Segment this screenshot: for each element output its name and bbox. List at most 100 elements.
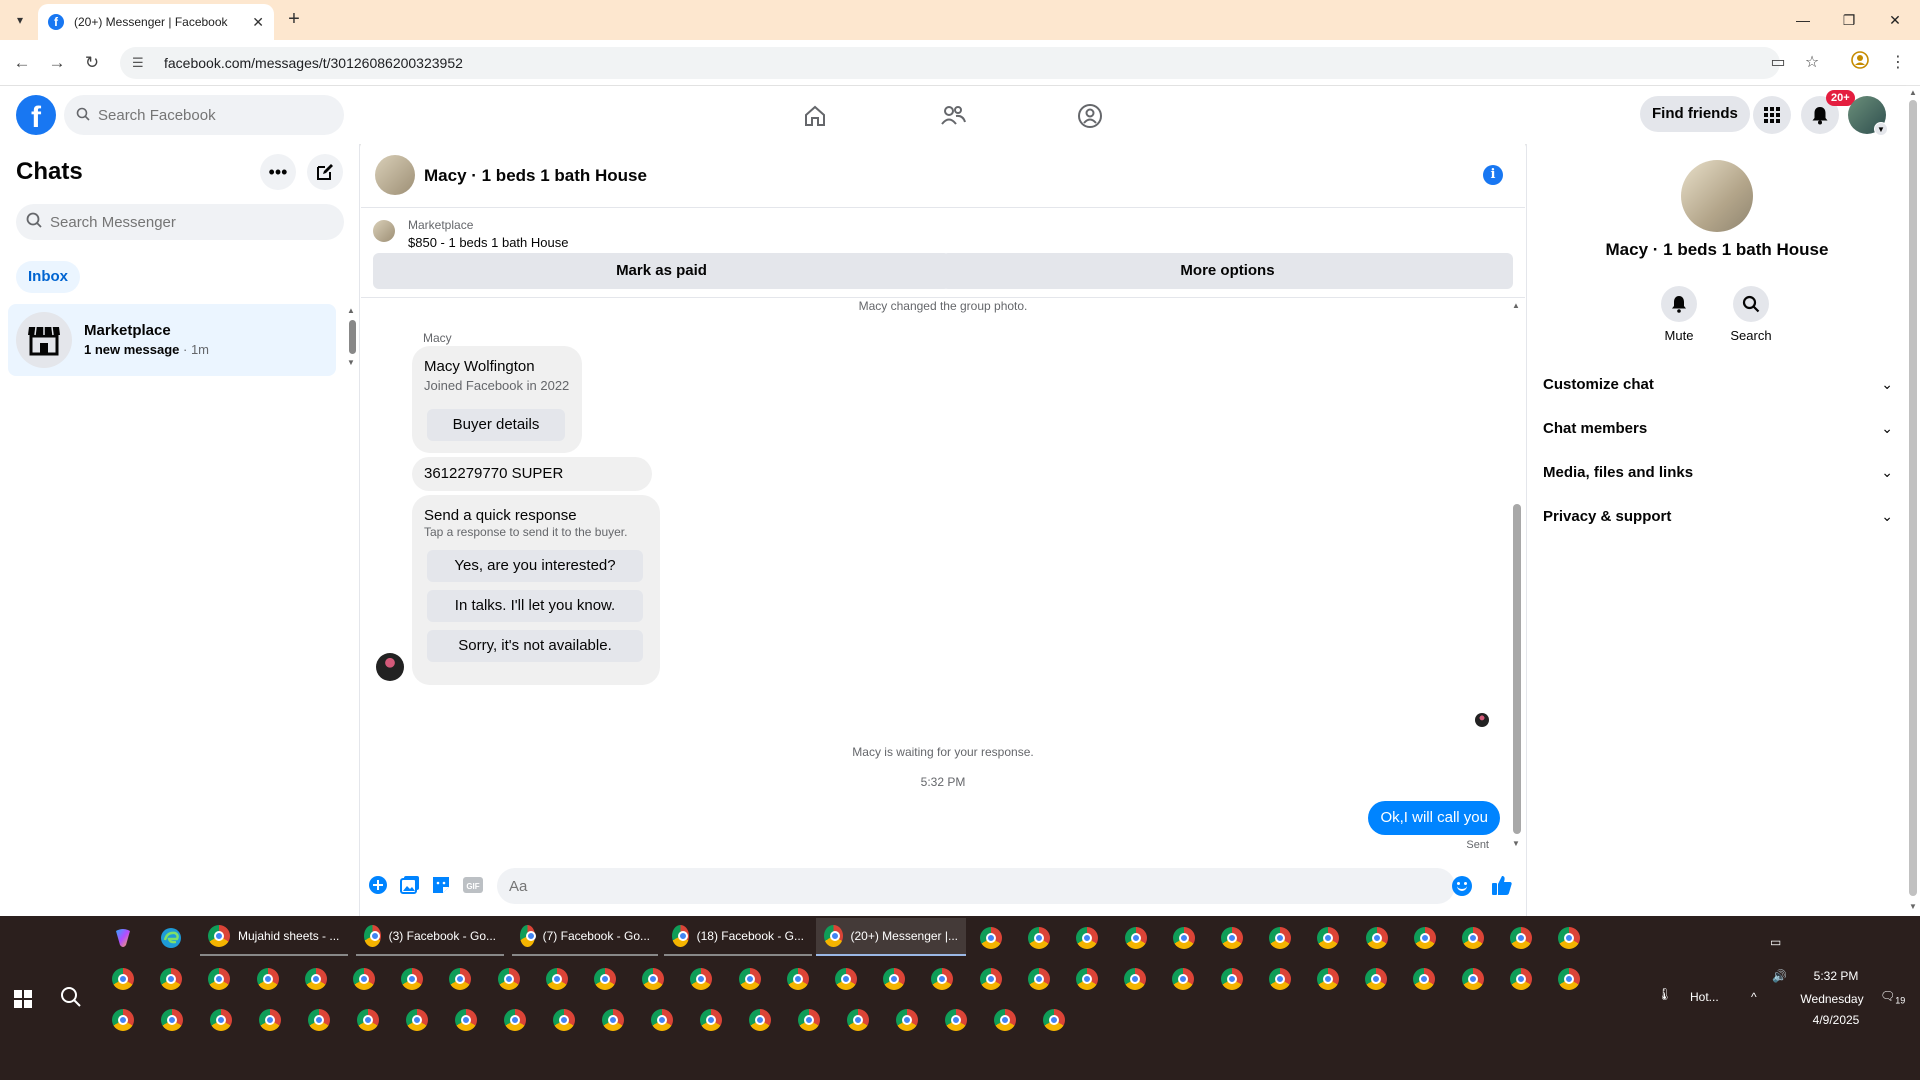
chrome-window-icon[interactable] <box>357 1009 379 1031</box>
chrome-window-icon[interactable] <box>353 968 375 990</box>
quick-response-option[interactable]: Sorry, it's not available. <box>427 630 643 662</box>
chrome-window-icon[interactable] <box>1028 968 1050 990</box>
chrome-window-icon[interactable] <box>651 1009 673 1031</box>
chrome-window-icon[interactable] <box>1173 927 1195 949</box>
chrome-window-icon[interactable] <box>1462 927 1484 949</box>
chrome-window-icon[interactable] <box>980 927 1002 949</box>
desktop-icon[interactable]: ▭ <box>1770 935 1781 949</box>
chrome-window-icon[interactable] <box>1317 927 1339 949</box>
friends-icon[interactable] <box>933 98 973 134</box>
chrome-window-icon[interactable] <box>449 968 471 990</box>
taskbar-app-window[interactable]: Mujahid sheets - ... <box>200 918 348 956</box>
facebook-logo-icon[interactable]: f <box>16 95 56 135</box>
copilot-icon[interactable] <box>112 927 134 949</box>
messenger-search-input[interactable] <box>50 213 330 231</box>
taskbar-app-window[interactable]: (18) Facebook - G... <box>664 918 812 956</box>
chrome-window-icon[interactable] <box>1365 968 1387 990</box>
facebook-search[interactable] <box>64 95 344 135</box>
chrome-window-icon[interactable] <box>847 1009 869 1031</box>
chrome-window-icon[interactable] <box>931 968 953 990</box>
facebook-search-input[interactable] <box>98 106 318 124</box>
chrome-window-icon[interactable] <box>546 968 568 990</box>
weather-icon[interactable]: 🌡 <box>1657 987 1672 1001</box>
chrome-window-icon[interactable] <box>787 968 809 990</box>
new-tab-button[interactable]: + <box>282 8 306 32</box>
taskbar-app-window[interactable]: (20+) Messenger |... <box>816 918 966 956</box>
chrome-window-icon[interactable] <box>1462 968 1484 990</box>
chrome-window-icon[interactable] <box>690 968 712 990</box>
emoji-icon[interactable] <box>1452 876 1472 896</box>
message-input[interactable] <box>509 877 1409 895</box>
listing-title[interactable]: $850 - 1 beds 1 bath House <box>408 235 568 250</box>
chrome-window-icon[interactable] <box>308 1009 330 1031</box>
chrome-window-icon[interactable] <box>401 968 423 990</box>
chrome-window-icon[interactable] <box>112 1009 134 1031</box>
media-files-links-row[interactable]: Media, files and links ⌄ <box>1543 452 1893 492</box>
chrome-window-icon[interactable] <box>1124 968 1146 990</box>
back-arrow-icon[interactable]: ← <box>10 51 34 75</box>
chrome-window-icon[interactable] <box>1043 1009 1065 1031</box>
chrome-window-icon[interactable] <box>259 1009 281 1031</box>
window-close-button[interactable]: ✕ <box>1872 8 1918 32</box>
chrome-window-icon[interactable] <box>594 968 616 990</box>
notification-center-icon[interactable]: 🗨19 <box>1880 989 1905 1005</box>
browser-tab-messenger[interactable]: f (20+) Messenger | Facebook ✕ <box>38 4 274 40</box>
message-input-box[interactable] <box>497 868 1455 904</box>
clock-date[interactable]: 4/9/2025 <box>1806 1013 1866 1027</box>
edge-icon[interactable] <box>160 927 182 949</box>
reload-icon[interactable]: ↻ <box>80 51 104 75</box>
weather-text[interactable]: Hot... <box>1690 990 1719 1004</box>
mute-button[interactable]: Mute <box>1649 286 1709 343</box>
info-avatar[interactable] <box>1681 160 1753 232</box>
chrome-window-icon[interactable] <box>305 968 327 990</box>
new-message-icon[interactable] <box>307 154 343 190</box>
forward-arrow-icon[interactable]: → <box>45 51 69 75</box>
customize-chat-row[interactable]: Customize chat ⌄ <box>1543 364 1893 404</box>
chrome-window-icon[interactable] <box>883 968 905 990</box>
chrome-window-icon[interactable] <box>208 968 230 990</box>
chrome-window-icon[interactable] <box>1510 968 1532 990</box>
chrome-window-icon[interactable] <box>1413 968 1435 990</box>
chats-scrollbar[interactable]: ▲ ▼ <box>345 306 359 372</box>
chrome-window-icon[interactable] <box>945 1009 967 1031</box>
conversation-title[interactable]: Macy · 1 beds 1 bath House <box>424 166 647 186</box>
chrome-window-icon[interactable] <box>798 1009 820 1031</box>
privacy-support-row[interactable]: Privacy & support ⌄ <box>1543 496 1893 536</box>
bookmark-star-icon[interactable]: ☆ <box>1800 51 1824 75</box>
chrome-window-icon[interactable] <box>739 968 761 990</box>
browser-menu-icon[interactable]: ⋮ <box>1886 51 1910 75</box>
account-caret-icon[interactable]: ▼ <box>1874 122 1888 136</box>
clock-time[interactable]: 5:32 PM <box>1806 969 1866 983</box>
plus-circle-icon[interactable] <box>366 873 390 897</box>
taskbar-app-window[interactable]: (7) Facebook - Go... <box>512 918 658 956</box>
quick-response-option[interactable]: Yes, are you interested? <box>427 550 643 582</box>
chrome-window-icon[interactable] <box>498 968 520 990</box>
address-bar[interactable]: ☰ facebook.com/messages/t/30126086200323… <box>120 47 1780 79</box>
home-icon[interactable] <box>795 98 835 134</box>
tray-chevron-icon[interactable]: ^ <box>1751 990 1757 1004</box>
chrome-window-icon[interactable] <box>1076 927 1098 949</box>
mark-as-paid-button[interactable]: Mark as paid <box>373 253 950 289</box>
chrome-window-icon[interactable] <box>1510 927 1532 949</box>
chrome-window-icon[interactable] <box>835 968 857 990</box>
chrome-window-icon[interactable] <box>700 1009 722 1031</box>
buyer-details-button[interactable]: Buyer details <box>427 409 565 441</box>
windows-start-icon[interactable] <box>14 990 32 1008</box>
site-settings-icon[interactable]: ☰ <box>132 55 150 71</box>
chrome-window-icon[interactable] <box>553 1009 575 1031</box>
chrome-window-icon[interactable] <box>1558 968 1580 990</box>
chrome-window-icon[interactable] <box>504 1009 526 1031</box>
chrome-window-icon[interactable] <box>1269 968 1291 990</box>
chrome-window-icon[interactable] <box>455 1009 477 1031</box>
tab-close-icon[interactable]: ✕ <box>252 14 264 31</box>
chrome-window-icon[interactable] <box>896 1009 918 1031</box>
profile-icon[interactable] <box>1848 51 1872 77</box>
thread-scrollbar[interactable]: ▲ ▼ <box>1510 299 1524 854</box>
chrome-window-icon[interactable] <box>112 968 134 990</box>
chrome-window-icon[interactable] <box>602 1009 624 1031</box>
chrome-window-icon[interactable] <box>1221 927 1243 949</box>
sender-avatar[interactable] <box>376 653 404 681</box>
conversation-avatar[interactable] <box>375 155 415 195</box>
chrome-window-icon[interactable] <box>1269 927 1291 949</box>
sticker-icon[interactable] <box>429 873 453 897</box>
